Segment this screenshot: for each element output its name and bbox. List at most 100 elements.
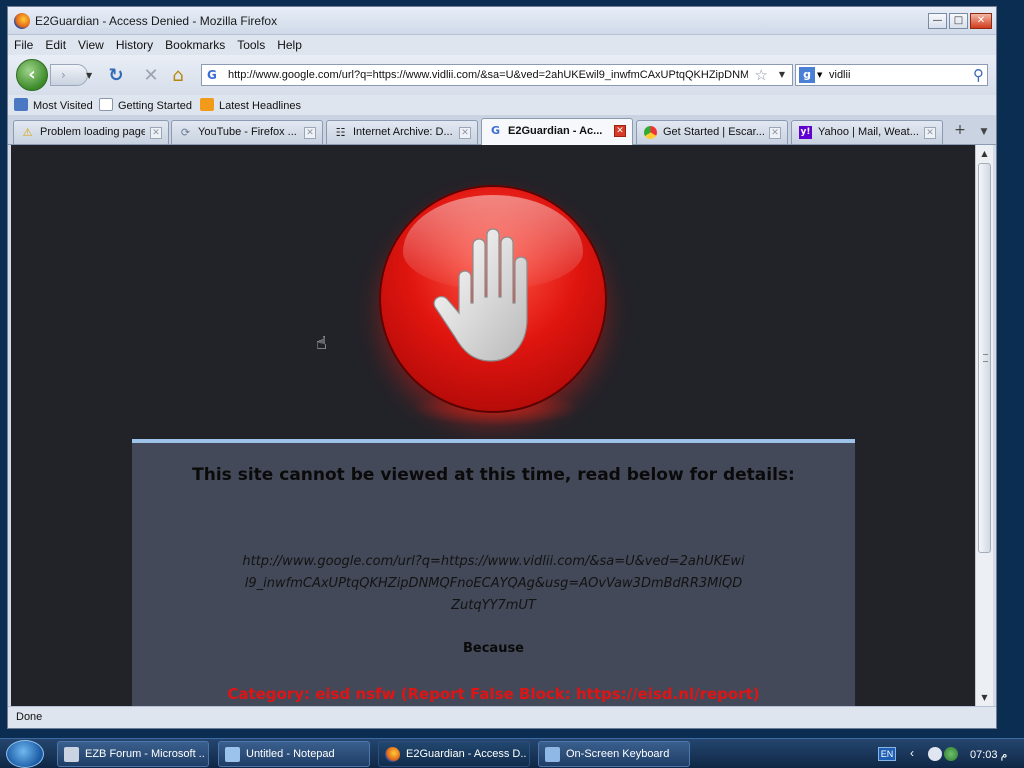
reload-icon[interactable]: ↻ bbox=[106, 66, 126, 86]
tab-close-icon[interactable]: ✕ bbox=[304, 127, 316, 139]
mouse-cursor-icon: ☝ bbox=[316, 333, 327, 354]
notepad-icon bbox=[225, 747, 240, 762]
denial-heading: This site cannot be viewed at this time,… bbox=[192, 465, 795, 485]
show-hidden-icons-icon[interactable]: ‹ bbox=[910, 746, 914, 760]
blocked-url: http://www.google.com/url?q=https://www.… bbox=[242, 554, 745, 613]
grip-icon bbox=[983, 354, 988, 362]
task-notepad[interactable]: Untitled - Notepad bbox=[218, 741, 370, 767]
bookmark-latest-headlines[interactable]: Latest Headlines bbox=[200, 98, 301, 112]
tab-problem-loading[interactable]: ⚠ Problem loading page ✕ bbox=[13, 120, 169, 144]
tab-label: Internet Archive: D... bbox=[353, 126, 453, 138]
task-onscreen-keyboard[interactable]: On-Screen Keyboard bbox=[538, 741, 690, 767]
tab-label: Get Started | Escar... bbox=[663, 126, 765, 138]
url-text[interactable]: http://www.google.com/url?q=https://www.… bbox=[228, 69, 748, 81]
clock[interactable]: 07:03 م bbox=[970, 748, 1007, 761]
firefox-icon bbox=[14, 13, 30, 29]
bookmark-label: Latest Headlines bbox=[219, 100, 301, 112]
ie-icon bbox=[64, 747, 79, 762]
back-button[interactable]: ‹ bbox=[16, 59, 48, 91]
task-label: EZB Forum - Microsoft ... bbox=[85, 748, 205, 760]
menu-edit[interactable]: Edit bbox=[39, 35, 72, 52]
window-title: E2Guardian - Access Denied - Mozilla Fir… bbox=[35, 14, 278, 28]
hand-icon bbox=[433, 228, 528, 362]
bookmark-star-icon[interactable]: ☆ bbox=[755, 66, 768, 84]
bookmark-getting-started[interactable]: Getting Started bbox=[99, 98, 192, 112]
warning-icon: ⚠ bbox=[22, 126, 33, 139]
forward-button[interactable]: › bbox=[50, 64, 88, 86]
menu-bookmarks[interactable]: Bookmarks bbox=[159, 35, 231, 52]
menu-bar: File Edit View History Bookmarks Tools Help bbox=[8, 35, 996, 55]
menu-help[interactable]: Help bbox=[271, 35, 308, 52]
history-dropdown-icon[interactable]: ▼ bbox=[86, 71, 92, 80]
menu-tools[interactable]: Tools bbox=[231, 35, 271, 52]
denial-panel: This site cannot be viewed at this time,… bbox=[132, 439, 855, 706]
close-button[interactable]: ✕ bbox=[970, 13, 992, 29]
scroll-up-icon[interactable]: ▲ bbox=[976, 145, 993, 162]
google-icon: G bbox=[490, 124, 501, 137]
task-label: Untitled - Notepad bbox=[246, 748, 335, 760]
network-icon[interactable] bbox=[944, 747, 958, 761]
task-label: E2Guardian - Access D... bbox=[406, 748, 526, 760]
search-input[interactable]: vidlii bbox=[829, 69, 850, 81]
rss-icon bbox=[200, 98, 214, 111]
archive-icon: ☷ bbox=[335, 126, 346, 139]
stop-hand-icon bbox=[379, 185, 607, 413]
tab-e2guardian[interactable]: G E2Guardian - Ac... ✕ bbox=[481, 118, 633, 145]
scroll-down-icon[interactable]: ▼ bbox=[976, 689, 993, 706]
stop-icon[interactable]: ✕ bbox=[141, 66, 161, 86]
firefox-window: E2Guardian - Access Denied - Mozilla Fir… bbox=[7, 6, 997, 729]
status-text: Done bbox=[16, 711, 43, 723]
menu-view[interactable]: View bbox=[72, 35, 110, 52]
status-bar: Done bbox=[8, 706, 996, 728]
url-bar[interactable]: G http://www.google.com/url?q=https://ww… bbox=[201, 64, 793, 86]
tab-yahoo[interactable]: y! Yahoo | Mail, Weat... ✕ bbox=[791, 120, 943, 144]
tab-label: E2Guardian - Ac... bbox=[508, 125, 603, 137]
google-engine-icon[interactable]: g bbox=[799, 67, 815, 83]
bookmarks-toolbar: Most Visited Getting Started Latest Head… bbox=[8, 95, 996, 115]
bookmark-most-visited[interactable]: Most Visited bbox=[14, 98, 93, 112]
tab-strip: ⚠ Problem loading page ✕ ⟳ YouTube - Fir… bbox=[8, 115, 996, 145]
tab-youtube[interactable]: ⟳ YouTube - Firefox ... ✕ bbox=[171, 120, 323, 144]
menu-file[interactable]: File bbox=[8, 35, 39, 52]
language-indicator[interactable]: EN bbox=[878, 747, 896, 761]
tab-list-icon[interactable]: ▼ bbox=[976, 122, 992, 142]
title-bar[interactable]: E2Guardian - Access Denied - Mozilla Fir… bbox=[8, 7, 996, 35]
taskbar: EZB Forum - Microsoft ... Untitled - Not… bbox=[0, 738, 1024, 768]
tray-app-icon[interactable] bbox=[928, 747, 942, 761]
bookmark-label: Most Visited bbox=[33, 100, 93, 112]
tab-label: YouTube - Firefox ... bbox=[198, 126, 297, 138]
tab-close-icon[interactable]: ✕ bbox=[150, 127, 162, 139]
window-controls: — □ ✕ bbox=[928, 13, 992, 29]
block-category[interactable]: Category: eisd nsfw (Report False Block:… bbox=[132, 685, 855, 703]
tab-label: Problem loading page bbox=[40, 126, 145, 138]
maximize-button[interactable]: □ bbox=[949, 13, 968, 29]
tab-close-icon[interactable]: ✕ bbox=[459, 127, 471, 139]
loading-icon: ⟳ bbox=[180, 126, 191, 139]
tab-label: Yahoo | Mail, Weat... bbox=[818, 126, 919, 138]
menu-history[interactable]: History bbox=[110, 35, 159, 52]
scroll-thumb[interactable] bbox=[978, 163, 991, 553]
start-button[interactable] bbox=[6, 740, 44, 768]
task-label: On-Screen Keyboard bbox=[566, 748, 670, 760]
new-tab-icon[interactable]: + bbox=[950, 122, 970, 142]
page-icon bbox=[99, 98, 113, 111]
tab-close-icon[interactable]: ✕ bbox=[614, 125, 626, 137]
url-dropdown-icon[interactable]: ▼ bbox=[779, 70, 785, 79]
search-bar[interactable]: g ▼ vidlii ⚲ bbox=[795, 64, 988, 86]
keyboard-icon bbox=[545, 747, 560, 762]
minimize-button[interactable]: — bbox=[928, 13, 947, 29]
chrome-icon bbox=[644, 126, 657, 139]
task-firefox[interactable]: E2Guardian - Access D... bbox=[378, 741, 530, 767]
firefox-icon bbox=[385, 747, 400, 762]
tab-internet-archive[interactable]: ☷ Internet Archive: D... ✕ bbox=[326, 120, 478, 144]
task-ezb-forum[interactable]: EZB Forum - Microsoft ... bbox=[57, 741, 209, 767]
tab-close-icon[interactable]: ✕ bbox=[924, 127, 936, 139]
page-content: ☝ This site cannot be viewed at this tim… bbox=[11, 145, 975, 706]
tab-get-started[interactable]: Get Started | Escar... ✕ bbox=[636, 120, 788, 144]
vertical-scrollbar[interactable]: ▲ ▼ bbox=[975, 145, 993, 706]
tab-close-icon[interactable]: ✕ bbox=[769, 127, 781, 139]
search-icon[interactable]: ⚲ bbox=[973, 66, 984, 84]
home-icon[interactable]: ⌂ bbox=[168, 66, 188, 86]
engine-dropdown-icon[interactable]: ▼ bbox=[817, 71, 822, 79]
bookmark-label: Getting Started bbox=[118, 100, 192, 112]
